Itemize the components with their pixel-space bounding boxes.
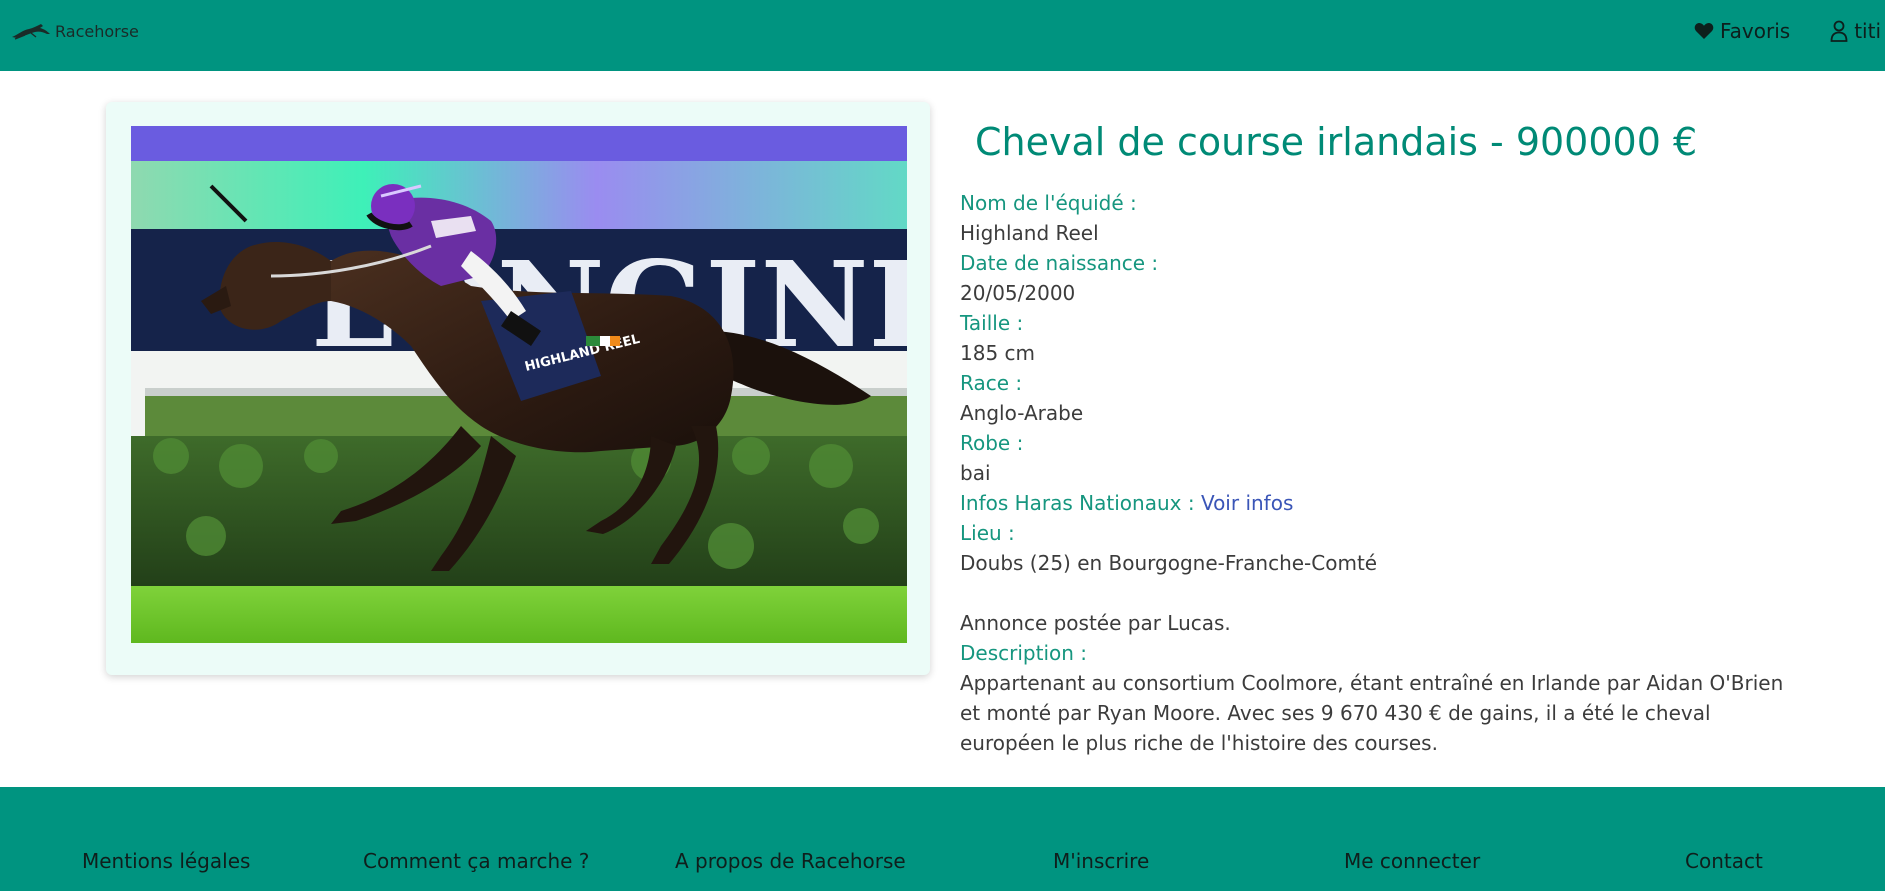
posted-by: Annonce postée par Lucas. bbox=[960, 611, 1231, 635]
listing-title: Cheval de course irlandais - 900000 € bbox=[975, 120, 1698, 164]
horse-details: Nom de l'équidé : Highland Reel Date de … bbox=[960, 188, 1860, 758]
height-label: Taille : bbox=[960, 311, 1024, 335]
top-navbar: Racehorse Favoris titi bbox=[0, 0, 1885, 71]
birth-date-label: Date de naissance : bbox=[960, 251, 1159, 275]
footer-link-contact[interactable]: Contact bbox=[1685, 849, 1763, 873]
haras-label: Infos Haras Nationaux : bbox=[960, 491, 1201, 515]
breed-value: Anglo-Arabe bbox=[960, 401, 1084, 425]
footer-link-how-it-works[interactable]: Comment ça marche ? bbox=[363, 849, 589, 873]
coat-label: Robe : bbox=[960, 431, 1024, 455]
haras-row: Infos Haras Nationaux : Voir infos bbox=[960, 488, 1860, 518]
breed-label: Race : bbox=[960, 371, 1023, 395]
coat-value: bai bbox=[960, 461, 991, 485]
name-label: Nom de l'équidé : bbox=[960, 191, 1137, 215]
favorites-link[interactable]: Favoris bbox=[1694, 19, 1790, 43]
horse-logo-icon bbox=[11, 21, 51, 41]
horse-photo: LONGINES bbox=[131, 126, 907, 643]
location-label: Lieu : bbox=[960, 521, 1015, 545]
footer-link-about[interactable]: A propos de Racehorse bbox=[675, 849, 906, 873]
footer-link-signup[interactable]: M'inscrire bbox=[1053, 849, 1149, 873]
height-value: 185 cm bbox=[960, 341, 1036, 365]
brand-link[interactable]: Racehorse bbox=[11, 19, 139, 43]
name-value: Highland Reel bbox=[960, 221, 1099, 245]
heart-icon bbox=[1694, 23, 1714, 39]
description-text: Appartenant au consortium Coolmore, étan… bbox=[960, 671, 1784, 755]
birth-date-value: 20/05/2000 bbox=[960, 281, 1076, 305]
user-name: titi bbox=[1854, 19, 1881, 43]
favorites-label: Favoris bbox=[1720, 19, 1791, 43]
brand-name: Racehorse bbox=[55, 21, 139, 41]
user-icon bbox=[1830, 20, 1848, 42]
footer-link-legal[interactable]: Mentions légales bbox=[82, 849, 250, 873]
user-menu-link[interactable]: titi bbox=[1830, 19, 1881, 43]
footer: Mentions légales Comment ça marche ? A p… bbox=[0, 787, 1885, 891]
user-nav: Favoris titi bbox=[1694, 17, 1885, 45]
haras-info-link[interactable]: Voir infos bbox=[1201, 491, 1293, 515]
footer-link-login[interactable]: Me connecter bbox=[1344, 849, 1480, 873]
location-value: Doubs (25) en Bourgogne-Franche-Comté bbox=[960, 551, 1378, 575]
photo-card: LONGINES bbox=[106, 102, 930, 675]
description-label: Description : bbox=[960, 641, 1088, 665]
